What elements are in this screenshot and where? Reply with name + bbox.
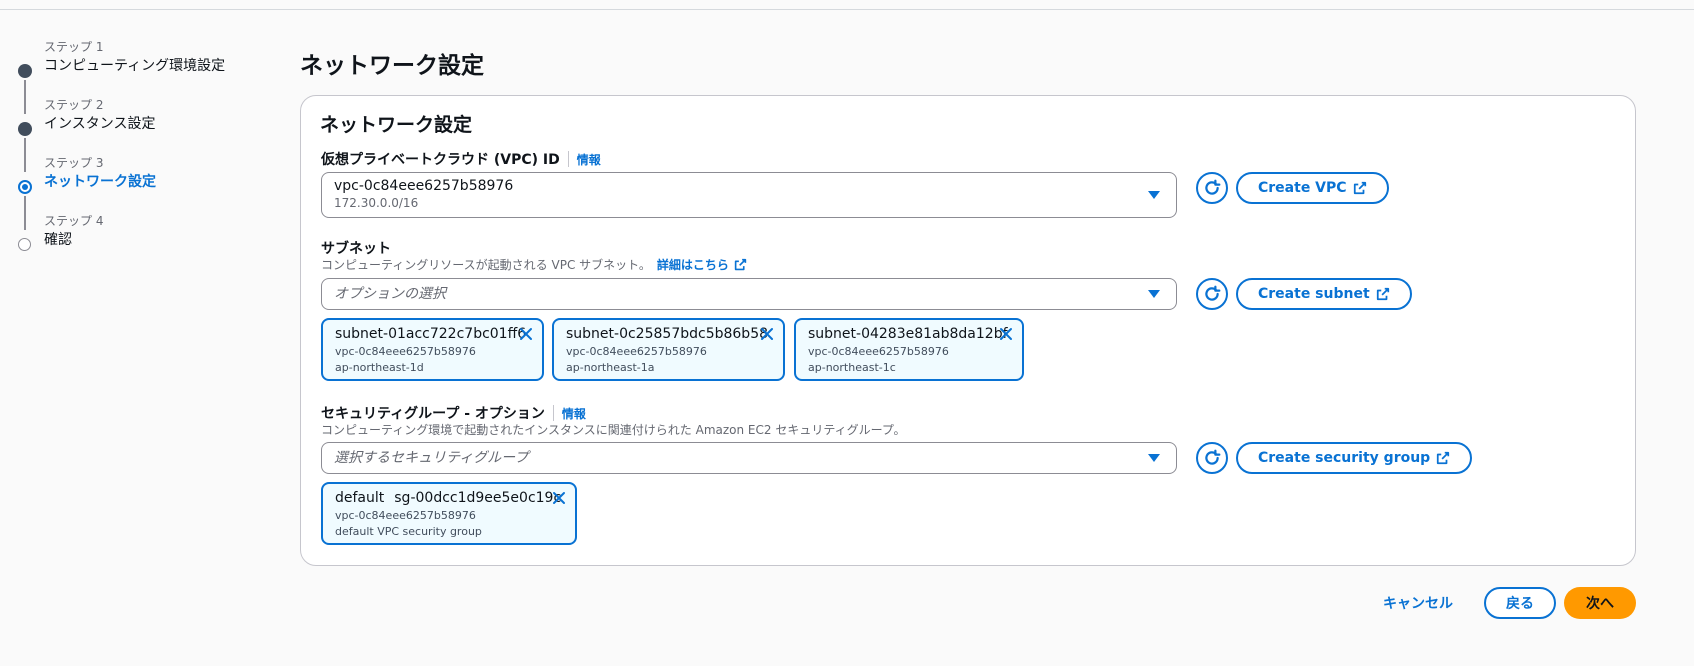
step-complete-icon [18, 122, 32, 136]
caret-down-icon [1148, 191, 1160, 199]
create-security-group-label: Create security group [1258, 450, 1431, 466]
remove-subnet-icon[interactable] [518, 326, 534, 342]
step-4-name: 確認 [44, 232, 72, 248]
security-group-token-id: sg-00dcc1d9ee5e0c19c [394, 490, 562, 506]
subnet-token: subnet-04283e81ab8da12bf vpc-0c84eee6257… [794, 318, 1024, 381]
vpc-label-text: 仮想プライベートクラウド (VPC) ID [321, 152, 560, 168]
security-group-token-name: default [335, 490, 385, 506]
subnet-description: コンピューティングリソースが起動される VPC サブネット。 詳細はこちら [321, 256, 747, 273]
step-2-number: ステップ 2 [44, 98, 104, 112]
caret-down-icon [1148, 454, 1160, 462]
external-link-icon [1353, 181, 1366, 195]
vpc-label: 仮想プライベートクラウド (VPC) ID 情報 [321, 149, 601, 169]
create-vpc-button[interactable]: Create VPC [1236, 172, 1389, 204]
back-button[interactable]: 戻る [1484, 587, 1556, 619]
step-complete-icon [18, 64, 32, 78]
security-group-select[interactable]: 選択するセキュリティグループ [321, 442, 1177, 474]
security-group-label: セキュリティグループ - オプション 情報 [321, 403, 586, 423]
refresh-icon [1205, 285, 1221, 301]
vpc-select[interactable]: vpc-0c84eee6257b58976 172.30.0.0/16 [321, 172, 1177, 218]
create-vpc-label: Create VPC [1258, 180, 1347, 196]
step-1[interactable]: ステップ 1 コンピューティング環境設定 [16, 38, 276, 114]
subnet-token-vpc: vpc-0c84eee6257b58976 [335, 345, 476, 358]
subnet-token-az: ap-northeast-1d [335, 361, 424, 374]
external-link-icon [1437, 451, 1450, 465]
security-group-token: default sg-00dcc1d9ee5e0c19c vpc-0c84eee6… [321, 482, 577, 545]
next-button[interactable]: 次へ [1564, 587, 1636, 619]
cancel-button[interactable]: キャンセル [1383, 593, 1453, 613]
subnet-token-id: subnet-04283e81ab8da12bf [808, 326, 1008, 342]
security-group-label-text: セキュリティグループ - オプション [321, 406, 545, 422]
step-4-number: ステップ 4 [44, 214, 104, 228]
subnet-select[interactable]: オプションの選択 [321, 278, 1177, 310]
subnet-token: subnet-0c25857bdc5b86b58 vpc-0c84eee6257… [552, 318, 785, 381]
step-2[interactable]: ステップ 2 インスタンス設定 [16, 96, 276, 172]
step-3-number: ステップ 3 [44, 156, 104, 170]
subnet-learn-more-link[interactable]: 詳細はこちら [657, 256, 729, 273]
step-4: ステップ 4 確認 [16, 212, 276, 268]
create-subnet-button[interactable]: Create subnet [1236, 278, 1412, 310]
step-1-number: ステップ 1 [44, 40, 104, 54]
subnet-placeholder: オプションの選択 [334, 286, 446, 302]
security-group-token-vpc: vpc-0c84eee6257b58976 [335, 509, 476, 522]
subnet-token-vpc: vpc-0c84eee6257b58976 [808, 345, 949, 358]
security-group-placeholder: 選択するセキュリティグループ [334, 450, 529, 466]
security-group-info-link[interactable]: 情報 [562, 405, 586, 422]
container-title: ネットワーク設定 [320, 114, 473, 136]
page-title: ネットワーク設定 [300, 53, 484, 79]
step-3: ステップ 3 ネットワーク設定 [16, 154, 276, 230]
security-group-description: コンピューティング環境で起動されたインスタンスに関連付けられた Amazon E… [321, 421, 906, 438]
step-2-name[interactable]: インスタンス設定 [44, 114, 276, 134]
subnet-label-text: サブネット [321, 241, 391, 257]
remove-subnet-icon[interactable] [998, 326, 1014, 342]
step-current-icon [18, 180, 32, 194]
subnet-description-text: コンピューティングリソースが起動される VPC サブネット。 [321, 258, 651, 272]
label-separator [567, 151, 569, 167]
remove-subnet-icon[interactable] [759, 326, 775, 342]
subnet-token: subnet-01acc722c7bc01ff6 vpc-0c84eee6257… [321, 318, 544, 381]
subnet-label: サブネット [321, 238, 391, 258]
subnet-token-az: ap-northeast-1a [566, 361, 655, 374]
security-group-token-desc: default VPC security group [335, 525, 482, 538]
subnet-token-vpc: vpc-0c84eee6257b58976 [566, 345, 707, 358]
top-divider [0, 9, 1694, 10]
subnet-token-az: ap-northeast-1c [808, 361, 896, 374]
subnet-refresh-button[interactable] [1196, 278, 1228, 310]
subnet-token-id: subnet-0c25857bdc5b86b58 [566, 326, 769, 342]
step-3-name: ネットワーク設定 [44, 174, 156, 190]
remove-security-group-icon[interactable] [551, 490, 567, 506]
create-subnet-label: Create subnet [1258, 286, 1370, 302]
security-group-description-text: コンピューティング環境で起動されたインスタンスに関連付けられた Amazon E… [321, 423, 906, 437]
refresh-icon [1205, 179, 1221, 195]
security-group-token-title: default sg-00dcc1d9ee5e0c19c [335, 488, 563, 508]
subnet-token-id: subnet-01acc722c7bc01ff6 [335, 326, 527, 342]
wizard-stepper: ステップ 1 コンピューティング環境設定 ステップ 2 インスタンス設定 ステッ… [16, 36, 276, 268]
vpc-cidr: 172.30.0.0/16 [334, 196, 419, 210]
external-link-icon [1376, 287, 1389, 301]
caret-down-icon [1148, 290, 1160, 298]
vpc-selected-value: vpc-0c84eee6257b58976 [334, 178, 514, 194]
refresh-icon [1205, 449, 1221, 465]
vpc-info-link[interactable]: 情報 [577, 151, 601, 168]
security-group-refresh-button[interactable] [1196, 442, 1228, 474]
create-security-group-button[interactable]: Create security group [1236, 442, 1473, 474]
external-link-icon [734, 258, 747, 271]
step-pending-icon [18, 238, 31, 251]
step-1-name[interactable]: コンピューティング環境設定 [44, 56, 276, 76]
label-separator [552, 405, 554, 421]
vpc-refresh-button[interactable] [1196, 172, 1228, 204]
